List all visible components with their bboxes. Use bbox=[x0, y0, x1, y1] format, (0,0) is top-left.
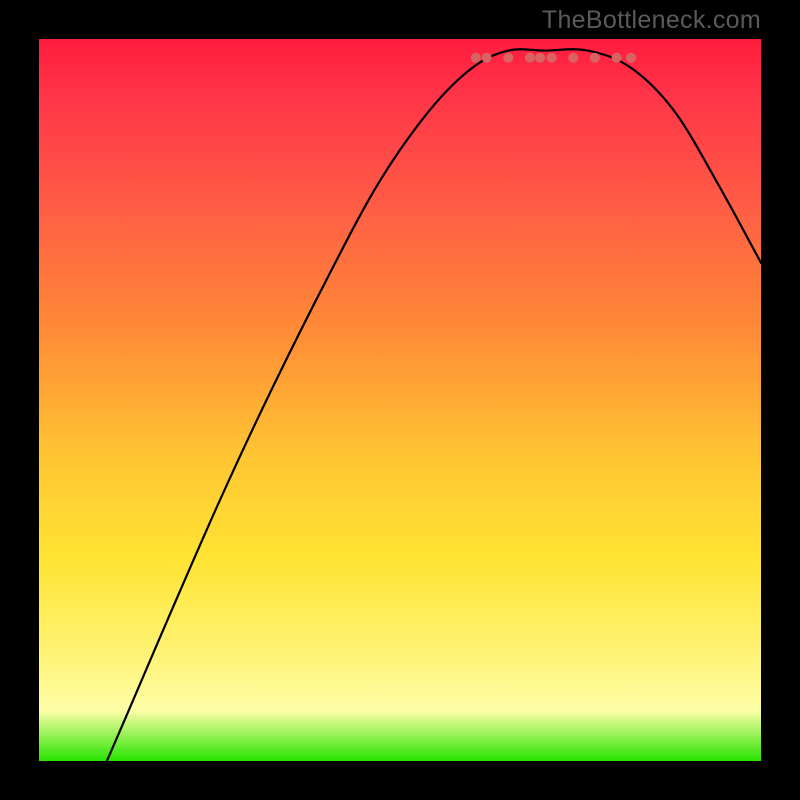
curve-line bbox=[107, 49, 761, 761]
trough-marker bbox=[525, 53, 535, 63]
plot-area bbox=[39, 39, 761, 761]
trough-marker bbox=[568, 53, 578, 63]
trough-marker bbox=[503, 53, 513, 63]
chart-frame: TheBottleneck.com bbox=[0, 0, 800, 800]
bottleneck-curve bbox=[39, 39, 761, 761]
trough-marker bbox=[471, 53, 481, 63]
trough-marker bbox=[612, 53, 622, 63]
trough-marker bbox=[535, 53, 545, 63]
trough-marker bbox=[482, 53, 492, 63]
trough-marker bbox=[547, 53, 557, 63]
watermark-label: TheBottleneck.com bbox=[542, 6, 761, 35]
trough-marker bbox=[590, 53, 600, 63]
trough-marker bbox=[626, 53, 636, 63]
